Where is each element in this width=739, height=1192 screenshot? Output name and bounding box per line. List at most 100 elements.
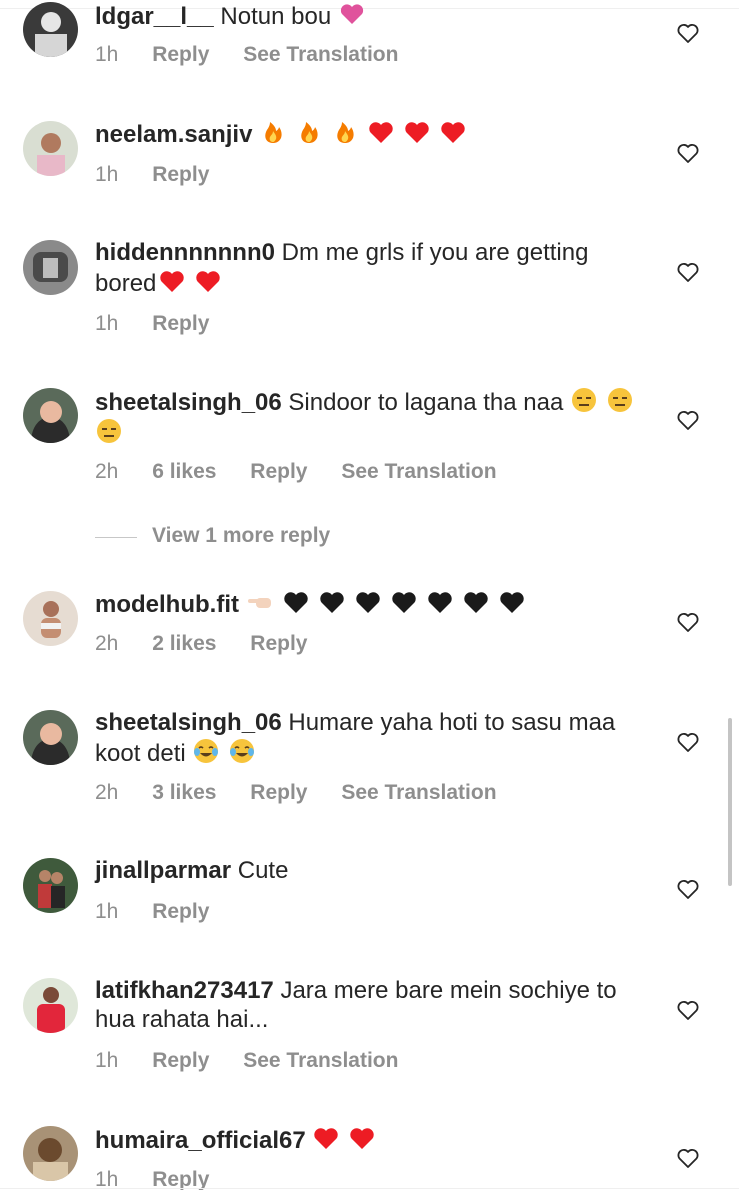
black-heart-icon	[426, 588, 454, 616]
comment-username[interactable]: ldgar__l__	[95, 3, 214, 30]
comment-text: sheetalsingh_06 Humare yaha hoti to sasu…	[95, 708, 655, 768]
comment-item: humaira_official67 1h Reply	[0, 1124, 739, 1190]
comment-likes[interactable]: 2 likes	[152, 632, 216, 656]
fire-icon	[259, 118, 287, 146]
reply-button[interactable]: Reply	[152, 1168, 209, 1190]
comment-meta: 2h 3 likes Reply See Translation	[95, 781, 525, 805]
comment-item: latifkhan273417 Jara mere bare mein soch…	[0, 976, 739, 1086]
avatar[interactable]	[23, 1126, 78, 1181]
heart-outline-icon	[677, 411, 699, 430]
avatar[interactable]	[23, 121, 78, 176]
avatar[interactable]	[23, 978, 78, 1033]
red-heart-icon	[194, 267, 222, 295]
comment-username[interactable]: jinallparmar	[95, 857, 231, 884]
expressionless-face-icon	[606, 386, 634, 414]
avatar[interactable]	[23, 591, 78, 646]
heart-outline-icon	[677, 263, 699, 282]
comment-text: jinallparmar Cute	[95, 856, 655, 885]
like-button[interactable]	[676, 730, 700, 754]
comment-time: 1h	[95, 312, 119, 335]
reply-button[interactable]: Reply	[152, 900, 209, 924]
like-button[interactable]	[676, 610, 700, 634]
view-more-replies-label[interactable]: View 1 more reply	[152, 524, 330, 548]
like-button[interactable]	[676, 21, 700, 45]
like-button[interactable]	[676, 1146, 700, 1170]
heart-pink-icon	[338, 0, 366, 28]
comment-username[interactable]: latifkhan273417	[95, 977, 274, 1004]
heart-outline-icon	[677, 613, 699, 632]
avatar[interactable]	[23, 710, 78, 765]
avatar[interactable]	[23, 858, 78, 913]
comment-meta: 1h Reply	[95, 1168, 237, 1190]
comment-username[interactable]: humaira_official67	[95, 1127, 306, 1154]
scrollbar[interactable]	[728, 718, 732, 886]
reply-button[interactable]: Reply	[152, 163, 209, 187]
comment-username[interactable]: sheetalsingh_06	[95, 389, 282, 416]
comment-body: Notun bou	[220, 3, 332, 30]
comment-item: hiddennnnnnn0 Dm me grls if you are gett…	[0, 238, 739, 348]
avatar[interactable]	[23, 240, 78, 295]
fire-icon	[331, 118, 359, 146]
reply-button[interactable]: Reply	[152, 312, 209, 336]
black-heart-icon	[390, 588, 418, 616]
comment-username[interactable]: neelam.sanjiv	[95, 121, 252, 148]
reply-button[interactable]: Reply	[250, 781, 307, 805]
heart-outline-icon	[677, 733, 699, 752]
comment-username[interactable]: hiddennnnnnn0	[95, 239, 275, 266]
comment-body: Cute	[237, 857, 289, 884]
comment-username[interactable]: modelhub.fit	[95, 591, 239, 618]
comment-text: ldgar__l__ Notun bou	[95, 0, 655, 31]
comment-time: 1h	[95, 1049, 119, 1072]
tears-of-joy-icon	[228, 737, 256, 765]
like-button[interactable]	[676, 998, 700, 1022]
comment-item: jinallparmar Cute 1h Reply	[0, 856, 739, 946]
avatar[interactable]	[23, 388, 78, 443]
comment-meta: 2h 2 likes Reply	[95, 632, 335, 656]
black-heart-icon	[354, 588, 382, 616]
comment-item: modelhub.fit 2h 2 likes Reply	[0, 588, 739, 678]
comment-text: neelam.sanjiv	[95, 118, 655, 149]
view-more-replies[interactable]: View 1 more reply	[95, 524, 395, 552]
comment-text: sheetalsingh_06 Sindoor to lagana tha na…	[95, 386, 655, 448]
heart-outline-icon	[677, 24, 699, 43]
like-button[interactable]	[676, 141, 700, 165]
comment-item: ldgar__l__ Notun bou 1h Reply See Transl…	[0, 0, 739, 100]
red-heart-icon	[439, 118, 467, 146]
black-heart-icon	[498, 588, 526, 616]
red-heart-icon	[367, 118, 395, 146]
red-heart-icon	[403, 118, 431, 146]
comment-likes[interactable]: 3 likes	[152, 781, 216, 805]
comment-meta: 1h Reply	[95, 900, 237, 924]
comment-likes[interactable]: 6 likes	[152, 460, 216, 484]
comment-meta: 1h Reply See Translation	[95, 1049, 426, 1073]
comment-item: neelam.sanjiv 1h Reply	[0, 118, 739, 208]
black-heart-icon	[318, 588, 346, 616]
see-translation-button[interactable]: See Translation	[243, 43, 398, 67]
see-translation-button[interactable]: See Translation	[243, 1049, 398, 1073]
comment-time: 1h	[95, 43, 119, 66]
reply-button[interactable]: Reply	[152, 1049, 209, 1073]
comment-username[interactable]: sheetalsingh_06	[95, 709, 282, 736]
reply-button[interactable]: Reply	[250, 460, 307, 484]
comment-meta: 2h 6 likes Reply See Translation	[95, 460, 525, 484]
comment-time: 1h	[95, 1168, 119, 1190]
like-button[interactable]	[676, 408, 700, 432]
comment-meta: 1h Reply See Translation	[95, 43, 426, 67]
replies-divider	[95, 537, 137, 538]
comment-time: 2h	[95, 781, 119, 804]
like-button[interactable]	[676, 260, 700, 284]
black-heart-icon	[282, 588, 310, 616]
heart-outline-icon	[677, 1001, 699, 1020]
red-heart-icon	[312, 1124, 340, 1152]
comment-text: hiddennnnnnn0 Dm me grls if you are gett…	[95, 238, 655, 298]
see-translation-button[interactable]: See Translation	[341, 460, 496, 484]
tears-of-joy-icon	[192, 737, 220, 765]
comment-item: sheetalsingh_06 Sindoor to lagana tha na…	[0, 386, 739, 496]
comment-body: Sindoor to lagana tha naa	[288, 389, 564, 416]
reply-button[interactable]: Reply	[152, 43, 209, 67]
reply-button[interactable]: Reply	[250, 632, 307, 656]
black-heart-icon	[462, 588, 490, 616]
avatar[interactable]	[23, 2, 78, 57]
see-translation-button[interactable]: See Translation	[341, 781, 496, 805]
like-button[interactable]	[676, 877, 700, 901]
